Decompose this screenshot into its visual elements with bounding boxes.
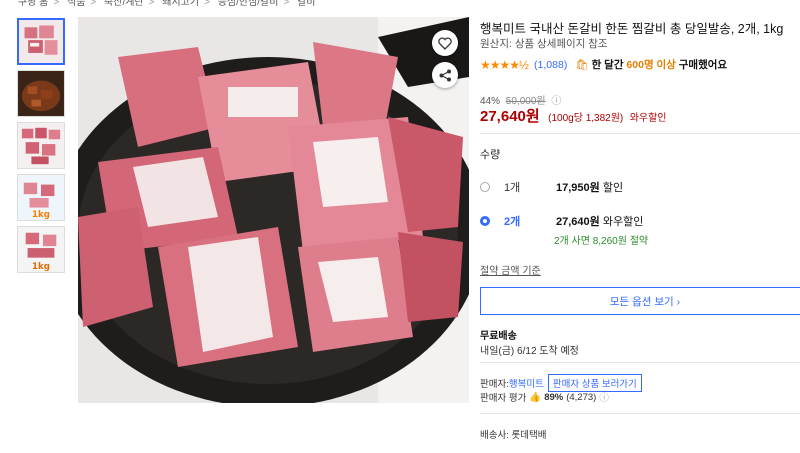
thumbnail-4[interactable]: 1kg (17, 174, 65, 221)
breadcrumb-separator: > (204, 0, 210, 8)
pork-ribs-image (18, 123, 64, 168)
courier-info: 배송사: 롯데택배 (480, 430, 547, 441)
seller-rating-label: 판매자 평가 (480, 393, 527, 404)
breadcrumb-separator: > (53, 0, 60, 8)
option-price: 27,640원 (556, 216, 600, 228)
seller-name-link[interactable]: 행복미트 (509, 376, 544, 390)
quantity-option-1[interactable]: 1개 17,950원 할인 (480, 179, 800, 195)
main-product-image[interactable] (78, 17, 469, 403)
bag-icon: 🛍 (575, 59, 589, 71)
quantity-option-2[interactable]: 2개 27,640원 와우할인 (480, 213, 800, 229)
breadcrumb-item[interactable]: 돼지고기 (162, 0, 199, 8)
thumbnail-3[interactable] (17, 122, 65, 169)
shipping-title: 무료배송 (480, 331, 517, 342)
breadcrumb-item[interactable]: 식품 (67, 0, 85, 8)
delivery-date: 내일(금) 6/12 도착 예정 (480, 346, 579, 357)
thumbnail-label: 1kg (32, 210, 50, 220)
breadcrumb-item[interactable]: 등심/안심/갈비 (218, 0, 279, 8)
pork-ribs-image (19, 20, 63, 63)
product-title: 행복미트 국내산 돈갈비 한돈 찜갈비 총 당일발송, 2개, 1kg (480, 22, 784, 36)
thumbnail-label: 1kg (32, 262, 50, 272)
pork-ribs-photo (78, 17, 469, 403)
thumbnail-2[interactable] (17, 70, 65, 117)
pork-ribs-image: 1kg (18, 227, 64, 272)
divider (480, 413, 800, 414)
thumbs-up-icon: 👍 (529, 391, 542, 403)
sold-prefix: 한 달간 (591, 59, 624, 71)
savings-basis-link[interactable]: 절약 금액 기준 (480, 262, 541, 277)
seller-rating-count: (4,273) (566, 391, 597, 403)
quantity-label: 수량 (480, 149, 501, 161)
breadcrumb-item[interactable]: 쿠팡 홈 (18, 0, 48, 8)
star-rating: ★★★★½ (480, 57, 529, 72)
seller-label: 판매자: (480, 379, 509, 390)
seller-rating-pct: 89% (544, 391, 564, 403)
favorite-button[interactable] (432, 30, 458, 56)
seller-rating-row: 판매자 평가 👍 89% (4,273) ⓘ (480, 390, 609, 405)
product-origin: 원산지: 상품 상세페이지 참조 (480, 38, 608, 50)
sold-count: 600명 이상 (626, 59, 676, 71)
option-tag: 와우할인 (602, 216, 644, 228)
view-all-options-button[interactable]: 모든 옵션 보기 › (480, 287, 800, 315)
divider (480, 362, 800, 363)
radio-button[interactable] (480, 182, 490, 192)
option-name: 2개 (504, 216, 521, 228)
braised-ribs-image (18, 71, 64, 116)
rating-row: ★★★★½ (1,088) 🛍 한 달간 600명 이상 구매했어요 (480, 57, 727, 72)
wow-discount-label: 와우할인 (629, 113, 667, 124)
price-row: 27,640원 (100g당 1,382원) 와우할인 (480, 105, 667, 126)
share-icon (439, 69, 451, 81)
divider (480, 133, 800, 134)
breadcrumb-item[interactable]: 갈비 (297, 0, 315, 8)
option-tag: 할인 (602, 182, 624, 194)
unit-price: (100g당 1,382원) (548, 113, 624, 124)
radio-button-selected[interactable] (480, 216, 490, 226)
option-price-wrap: 17,950원 할인 (556, 179, 623, 195)
breadcrumb-separator: > (90, 0, 97, 8)
info-icon[interactable]: ⓘ (599, 390, 609, 404)
breadcrumb: 쿠팡 홈 > 식품 > 축산/계란 > 돼지고기 > 등심/안심/갈비 > 갈비 (18, 0, 316, 8)
breadcrumb-separator: > (148, 0, 155, 8)
thumbnail-5[interactable]: 1kg (17, 226, 65, 273)
thumbnail-1[interactable] (17, 18, 65, 65)
sold-info: 🛍 한 달간 600명 이상 구매했어요 (575, 57, 727, 72)
pork-ribs-image: 1kg (18, 175, 64, 220)
sale-price: 27,640원 (480, 108, 540, 125)
option-name: 1개 (504, 182, 521, 194)
share-button[interactable] (432, 62, 458, 88)
option-price-wrap: 27,640원 와우할인 (556, 213, 643, 229)
breadcrumb-item[interactable]: 축산/계란 (104, 0, 144, 8)
heart-icon (438, 36, 452, 50)
review-count-link[interactable]: (1,088) (534, 59, 567, 71)
option-price: 17,950원 (556, 182, 600, 194)
thumbnail-list: 1kg 1kg (17, 18, 67, 278)
breadcrumb-separator: > (283, 0, 290, 8)
sold-suffix: 구매했어요 (678, 59, 728, 71)
option-savings: 2개 사면 8,260원 절약 (554, 236, 649, 247)
